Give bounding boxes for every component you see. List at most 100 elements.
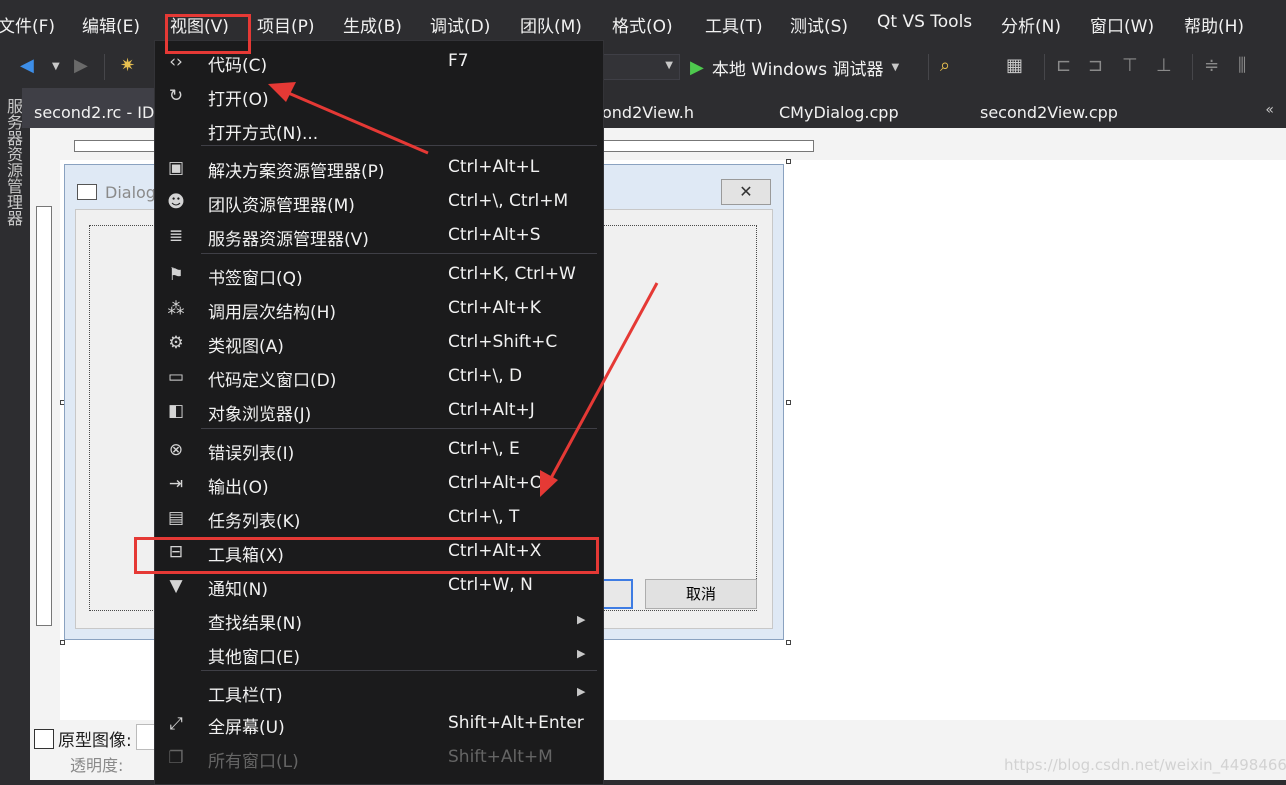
menu-project[interactable]: 项目(P) (257, 12, 315, 37)
resize-handle[interactable] (60, 640, 65, 645)
menu-item-shortcut: Ctrl+Alt+L (448, 157, 540, 177)
view-menu-item[interactable]: ⚑ 书签窗口(Q) Ctrl+K, Ctrl+W (155, 258, 603, 292)
menu-item-label: 任务列表(K) (208, 512, 301, 532)
chevron-down-icon[interactable]: ▼ (892, 62, 900, 73)
call-hierarchy-icon: ⁂ (167, 299, 185, 319)
run-debugger-label: 本地 Windows 调试器 (711, 59, 884, 80)
menu-team[interactable]: 团队(M) (520, 12, 582, 37)
run-debugger-button[interactable]: ▶ 本地 Windows 调试器 ▼ (690, 54, 899, 80)
align-right-icon[interactable]: ⊐ (1088, 55, 1103, 77)
tab-second2-rc[interactable]: second2.rc - ID (22, 88, 167, 128)
menu-item-shortcut: Ctrl+Alt+J (448, 400, 535, 420)
view-menu-item[interactable]: ↻ 打开(O) (155, 79, 603, 113)
menu-format[interactable]: 格式(O) (612, 12, 673, 37)
highlight-box-toolbox (134, 537, 599, 574)
center-vertical-icon[interactable]: ≑ (1204, 55, 1219, 77)
menu-debug[interactable]: 调试(D) (430, 12, 490, 37)
menu-item-shortcut: Ctrl+K, Ctrl+W (448, 264, 576, 284)
view-menu-item[interactable]: 工具栏(T) ▶ (155, 675, 603, 709)
menu-item-shortcut: F7 (448, 51, 469, 71)
view-menu-item[interactable]: ☻ 团队资源管理器(M) Ctrl+\, Ctrl+M (155, 185, 603, 219)
menu-item-label: 查找结果(N) (208, 614, 302, 634)
menu-item-label: 错误列表(I) (208, 444, 295, 464)
view-menu-item[interactable]: ▭ 代码定义窗口(D) Ctrl+\, D (155, 360, 603, 394)
forward-icon[interactable]: ▶ (74, 55, 88, 77)
cancel-button[interactable]: 取消 (645, 579, 757, 609)
team-explorer-icon: ☻ (167, 192, 185, 212)
menu-item-shortcut: Ctrl+Alt+S (448, 225, 541, 245)
menu-item-label: 代码定义窗口(D) (208, 371, 337, 391)
tab-second2view-cpp[interactable]: second2View.cpp (968, 88, 1130, 128)
new-item-icon[interactable]: ✷ (120, 55, 135, 77)
view-menu-item[interactable]: 打开方式(N)... (155, 113, 603, 147)
menu-item-label: 调用层次结构(H) (208, 303, 337, 323)
menu-separator (201, 428, 597, 429)
close-icon[interactable]: ✕ (721, 179, 771, 205)
menu-qt-vs-tools[interactable]: Qt VS Tools (877, 12, 972, 32)
menu-edit[interactable]: 编辑(E) (82, 12, 140, 37)
menu-build[interactable]: 生成(B) (343, 12, 402, 37)
back-icon[interactable]: ◀ (20, 55, 34, 77)
menu-help[interactable]: 帮助(H) (1184, 12, 1244, 37)
view-menu-item[interactable]: ▼ 通知(N) Ctrl+W, N (155, 569, 603, 603)
error-list-icon: ⊗ (168, 440, 184, 460)
view-menu-item[interactable]: ▤ 任务列表(K) Ctrl+\, T (155, 501, 603, 535)
toolbar-separator (104, 54, 105, 80)
prototype-image-checkbox[interactable] (34, 728, 54, 749)
view-menu-item[interactable]: ≣ 服务器资源管理器(V) Ctrl+Alt+S (155, 219, 603, 253)
bookmark-window-icon: ⚑ (168, 265, 184, 285)
code-icon: ‹› (169, 52, 183, 72)
menu-item-label: 解决方案资源管理器(P) (208, 162, 385, 182)
view-menu-item[interactable]: 查找结果(N) ▶ (155, 603, 603, 637)
back-dropdown-icon[interactable]: ▼ (52, 56, 60, 78)
submenu-arrow-icon: ▶ (577, 613, 586, 626)
menu-tools[interactable]: 工具(T) (705, 12, 763, 37)
view-menu-item[interactable]: ◧ 对象浏览器(J) Ctrl+Alt+J (155, 394, 603, 428)
menu-item-label: 全屏幕(U) (208, 718, 285, 738)
menu-item-shortcut: Ctrl+Alt+O (448, 473, 544, 493)
menu-item-shortcut: Ctrl+Shift+C (448, 332, 558, 352)
submenu-arrow-icon: ▶ (577, 685, 586, 698)
layout-icon[interactable]: ▦ (1006, 55, 1023, 77)
menu-item-shortcut: Shift+Alt+Enter (448, 713, 584, 733)
all-windows-icon: ❐ (168, 748, 184, 768)
menu-item-label: 类视图(A) (208, 337, 284, 357)
dialog-title: Dialog (105, 183, 156, 202)
chevron-down-icon: ▼ (665, 60, 673, 71)
menu-window[interactable]: 窗口(W) (1090, 12, 1154, 37)
open-icon: ↻ (168, 86, 184, 106)
align-left-icon[interactable]: ⊏ (1056, 55, 1071, 77)
menu-item-shortcut: Shift+Alt+M (448, 747, 553, 767)
resize-handle[interactable] (786, 640, 791, 645)
view-menu-item: ❐ 所有窗口(L) Shift+Alt+M (155, 741, 603, 775)
task-list-icon: ▤ (167, 508, 185, 528)
menu-item-label: 通知(N) (208, 580, 268, 600)
menu-file[interactable]: 文件(F) (0, 12, 55, 37)
find-in-files-icon[interactable]: ⌕ (940, 55, 950, 77)
tab-cmydialog-cpp[interactable]: CMyDialog.cpp (767, 88, 911, 128)
align-bottom-icon[interactable]: ⊥ (1156, 55, 1172, 77)
center-horizontal-icon[interactable]: ⫼ (1238, 55, 1246, 77)
view-menu-item[interactable]: ⊗ 错误列表(I) Ctrl+\, E (155, 433, 603, 467)
view-menu-item[interactable]: ⁂ 调用层次结构(H) Ctrl+Alt+K (155, 292, 603, 326)
view-menu-item[interactable]: 其他窗口(E) ▶ (155, 637, 603, 671)
menu-item-shortcut: Ctrl+W, N (448, 575, 533, 595)
view-menu-item[interactable]: ⚙ 类视图(A) Ctrl+Shift+C (155, 326, 603, 360)
view-menu-item[interactable]: ⇥ 输出(O) Ctrl+Alt+O (155, 467, 603, 501)
view-menu-item[interactable]: ⤢ 全屏幕(U) Shift+Alt+Enter (155, 707, 603, 741)
align-top-icon[interactable]: ⊤ (1122, 55, 1138, 77)
menu-analyze[interactable]: 分析(N) (1001, 12, 1061, 37)
class-view-icon: ⚙ (168, 333, 184, 353)
prototype-image-option: 原型图像: (34, 726, 132, 751)
tab-second2view-h[interactable]: ond2View.h (590, 88, 706, 128)
menu-test[interactable]: 测试(S) (790, 12, 848, 37)
view-menu-item[interactable]: ▣ 解决方案资源管理器(P) Ctrl+Alt+L (155, 151, 603, 185)
menu-item-label: 所有窗口(L) (208, 752, 299, 772)
resize-handle[interactable] (786, 159, 791, 164)
menu-item-label: 输出(O) (208, 478, 269, 498)
configuration-combo[interactable]: ▼ (600, 54, 680, 80)
server-explorer-side-tab[interactable]: 服务器资源管理器 (0, 98, 23, 226)
tab-overflow-icon[interactable]: « (1265, 102, 1274, 118)
resize-handle[interactable] (786, 400, 791, 405)
menu-item-shortcut: Ctrl+\, E (448, 439, 520, 459)
